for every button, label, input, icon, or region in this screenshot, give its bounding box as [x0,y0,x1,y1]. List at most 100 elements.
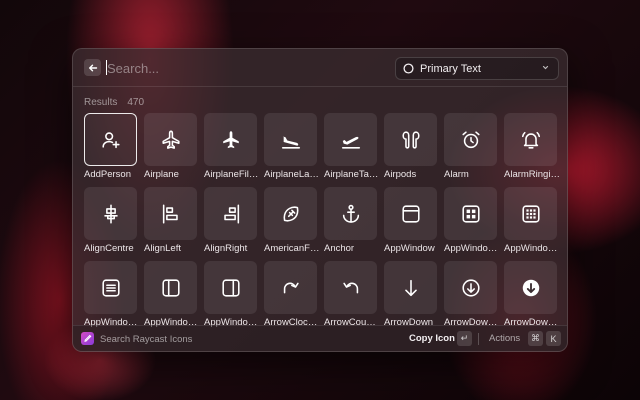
icon-grid: AddPerson Airplane AirplaneFilled AirplaneL… [84,113,564,330]
icon-label: AirplaneFilled [204,169,260,180]
alarm-ringing-icon [521,131,540,149]
copy-icon-action[interactable]: Copy Icon [409,333,455,344]
american-football-icon [283,205,298,222]
action-bar: Search Raycast Icons Copy Icon ↵ Actions… [73,325,567,351]
results-count: 470 [127,97,145,108]
icon-label: AlarmRinging [504,169,560,180]
icon-tile [324,261,377,314]
command-key: ⌘ [528,331,543,346]
k-key: K [546,331,561,346]
icon-tile [84,261,137,314]
chevron-down-icon [542,65,549,70]
filter-dropdown[interactable]: Primary Text [395,57,559,80]
arrow-down-circle-icon [461,278,480,297]
icon-label: AppWindow [384,243,435,254]
icon-tile [384,187,437,240]
results-header: Results 470 [84,97,144,108]
airplane-takeoff-icon [341,136,360,149]
icon-cell-arrow-down-circle-filled[interactable]: ArrowDownCircleFilled [504,261,560,330]
icon-label: Airplane [144,169,179,180]
icon-tile [324,187,377,240]
icon-label: AppWindowGrid3x3 [504,243,560,254]
icon-tile [324,113,377,166]
icon-label: AddPerson [84,169,132,180]
icon-cell-airplane[interactable]: Airplane [144,113,197,187]
icon-label: Airpods [384,169,417,180]
icon-cell-airplane-takeoff[interactable]: AirplaneTakeoff [324,113,380,187]
icon-cell-arrow-down[interactable]: ArrowDown [384,261,437,330]
icon-tile [84,113,137,166]
app-window-grid-3x3-icon [521,204,540,223]
icon-cell-airplane-landing[interactable]: AirplaneLanding [264,113,320,187]
icon-cell-app-window-list[interactable]: AppWindowList [84,261,140,330]
circle-icon [403,63,414,74]
icon-cell-arrow-down-circle[interactable]: ArrowDownCircle [444,261,500,330]
icon-tile [204,113,257,166]
icon-tile [504,261,557,314]
icon-cell-american-football[interactable]: AmericanFootball [264,187,320,261]
icon-cell-app-window[interactable]: AppWindow [384,187,437,261]
airpods-icon [401,130,420,149]
enter-key: ↵ [457,331,472,346]
icon-tile [264,113,317,166]
icon-tile [504,113,557,166]
airplane-filled-icon [222,130,239,148]
arrow-left-icon [88,64,97,71]
icon-cell-add-person[interactable]: AddPerson [84,113,137,187]
icon-label: AlignCentre [84,243,134,254]
search-input[interactable] [107,58,377,78]
add-person-icon [101,131,120,148]
icon-tile [504,187,557,240]
app-window-icon [401,204,420,223]
icon-label: AmericanFootball [264,243,320,254]
icon-cell-alarm-ringing[interactable]: AlarmRinging [504,113,560,187]
icon-cell-app-window-sidebar-right[interactable]: AppWindowSidebarRight [204,261,260,330]
icon-cell-align-right[interactable]: AlignRight [204,187,257,261]
icon-tile [144,113,197,166]
arrow-down-icon [404,279,417,296]
icon-cell-airpods[interactable]: Airpods [384,113,437,187]
align-left-icon [162,204,178,223]
icon-label: Anchor [324,243,355,254]
airplane-landing-icon [281,135,300,149]
app-window-sidebar-left-icon [161,278,180,297]
raycast-window: Primary Text Results 470 AddPerson Airplan… [72,48,568,352]
anchor-icon [342,204,359,223]
icon-tile [444,261,497,314]
icon-cell-align-left[interactable]: AlignLeft [144,187,197,261]
icon-cell-app-window-sidebar-left[interactable]: AppWindowSidebarLeft [144,261,200,330]
align-right-icon [223,204,239,223]
arrow-down-circle-filled-icon [522,279,539,296]
icon-label: AirplaneLanding [264,169,320,180]
icon-cell-alarm[interactable]: Alarm [444,113,497,187]
icon-cell-arrow-clockwise[interactable]: ArrowClockwise [264,261,320,330]
icon-cell-app-window-grid-2x2[interactable]: AppWindowGrid2x2 [444,187,500,261]
icon-tile [144,187,197,240]
icon-tile [264,187,317,240]
filter-selected-label: Primary Text [420,62,481,75]
icon-tile [444,187,497,240]
search-bar: Primary Text [73,49,567,87]
alarm-icon [461,130,480,148]
app-window-sidebar-right-icon [221,278,240,297]
icon-cell-anchor[interactable]: Anchor [324,187,377,261]
icon-label: AppWindowGrid2x2 [444,243,500,254]
icon-cell-align-centre[interactable]: AlignCentre [84,187,137,261]
icon-tile [384,261,437,314]
icon-cell-arrow-counter-clockwise[interactable]: ArrowCounterClockwise [324,261,380,330]
airplane-icon [161,130,180,149]
raycast-icons-logo-icon [81,332,94,345]
icon-label: Alarm [444,169,469,180]
icon-label: AirplaneTakeoff [324,169,380,180]
back-button[interactable] [84,59,101,76]
icon-cell-airplane-filled[interactable]: AirplaneFilled [204,113,260,187]
icon-tile [204,187,257,240]
icon-tile [84,187,137,240]
align-centre-icon [103,204,118,223]
arrow-counter-clockwise-icon [342,282,358,293]
arrow-clockwise-icon [283,282,299,293]
icon-cell-app-window-grid-3x3[interactable]: AppWindowGrid3x3 [504,187,560,261]
actions-button[interactable]: Actions [489,333,520,344]
icon-label: AlignRight [204,243,248,254]
icon-tile [444,113,497,166]
